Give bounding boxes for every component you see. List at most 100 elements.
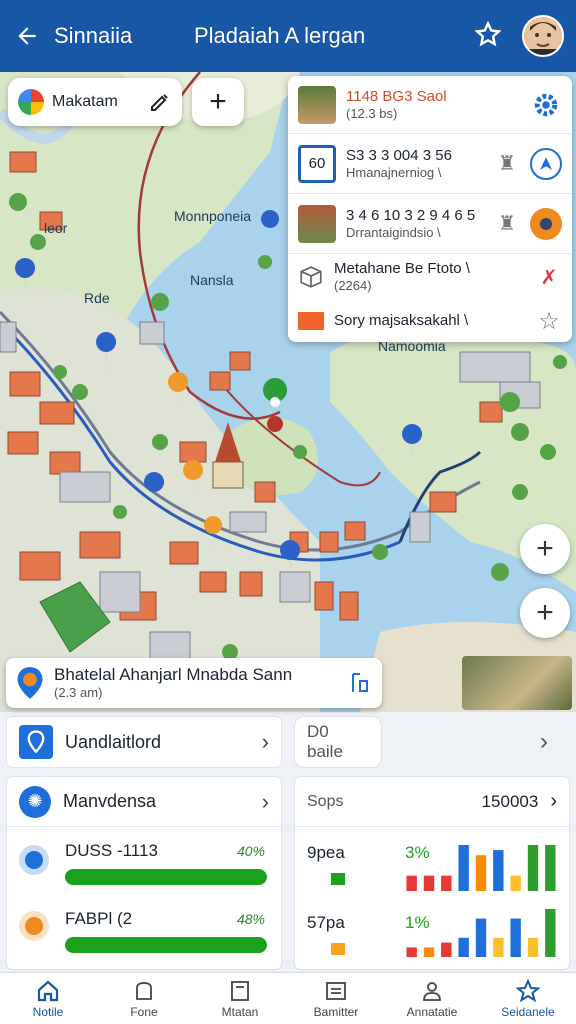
result-subtitle: (12.3 bs)	[346, 105, 398, 121]
stat-line: DUSS -1113 40%	[19, 841, 269, 891]
panel-value: 150003	[481, 791, 539, 811]
nav-label: Annatatie	[406, 1004, 458, 1019]
chevron-right-icon: ›	[261, 729, 269, 754]
mini-chart-bar	[406, 947, 417, 957]
status-dot-icon	[19, 845, 49, 875]
mini-bar-chart-1	[406, 845, 556, 891]
panel-right-top-chip[interactable]: D0 baile	[294, 716, 382, 768]
mini-chart-bar	[545, 909, 556, 957]
plus-icon: +	[209, 85, 227, 118]
search-field[interactable]: Makatam	[8, 78, 182, 126]
nav-label: Bamitter	[313, 1004, 359, 1019]
stat-percent: 48%	[236, 911, 265, 927]
zoom-in-secondary-button[interactable]: +	[520, 588, 570, 638]
home-icon	[37, 980, 59, 1001]
nav-fone[interactable]: Fone	[96, 973, 192, 1024]
panel-left-stats: ✺ Manvdensa › DUSS -1113 40% FABPl (2 48…	[6, 776, 282, 970]
result-row[interactable]: Sory majsaksakahl \ ☆	[288, 300, 572, 342]
result-subtitle: Hmanajnerniog \	[346, 164, 442, 180]
back-arrow-icon	[18, 27, 36, 45]
place-photo-thumbnail[interactable]	[462, 656, 572, 710]
avatar-face-icon	[524, 17, 562, 55]
result-row[interactable]: Metahane Be Ftoto \ (2264) ✗	[288, 254, 572, 300]
settings-button[interactable]	[530, 88, 562, 121]
settings-star-button[interactable]	[466, 14, 510, 58]
gear-icon	[534, 93, 558, 116]
stat-line: FABPl (2 48%	[19, 905, 269, 955]
mini-chart-bar	[493, 850, 504, 891]
mini-chart-bar	[406, 875, 417, 891]
nav-seidanele[interactable]: Seidanele	[480, 973, 576, 1024]
map-label-nansla: Nansla	[190, 272, 234, 288]
panel-label: Sops	[307, 792, 344, 810]
progress-bar	[65, 937, 267, 953]
result-subtitle: Drrantaigindsio \	[346, 224, 441, 240]
person-icon	[423, 981, 441, 1001]
mini-chart-bar	[510, 875, 521, 891]
mini-chart-bar	[423, 947, 435, 957]
nav-label: Seidanele	[501, 1004, 555, 1019]
result-badge: 60	[298, 144, 336, 183]
user-avatar[interactable]	[522, 15, 564, 57]
top-app-bar: Sinnaiia Pladaiah A lergan	[0, 0, 576, 72]
nav-annatatie[interactable]: Annatatie	[384, 973, 480, 1024]
tools-icon: ✗	[540, 266, 558, 289]
navigate-button[interactable]	[530, 147, 562, 180]
edit-pencil-icon[interactable]	[148, 90, 172, 114]
nav-label: Mtatan	[221, 1004, 259, 1019]
progress-fill	[65, 937, 267, 953]
result-thumbnail	[298, 204, 336, 243]
app-title: Sinnaiia	[54, 23, 133, 48]
stat-label: FABPl (2	[65, 909, 133, 928]
result-thumbnail	[298, 85, 336, 124]
chip-label: D0 baile	[307, 722, 343, 761]
result-title: 1148 BG3 Saol	[346, 87, 447, 105]
result-row[interactable]: 3 4 6 10 3 2 9 4 6 5 Drrantaigindsio \ ♜	[288, 194, 572, 254]
result-row[interactable]: 60 S3 3 3 004 3 56 Hmanajnerniog \ ♜	[288, 134, 572, 194]
panel-right-header[interactable]: Sops 150003 ›	[295, 777, 569, 827]
back-button[interactable]	[0, 0, 54, 72]
stat-label: 57pa	[307, 913, 345, 932]
nav-label: Notile	[32, 1004, 64, 1019]
map-label-leor: leor	[44, 220, 68, 236]
stat-label: DUSS -1113	[65, 841, 158, 860]
bag-icon	[136, 981, 152, 1000]
stat-percent: 40%	[236, 843, 265, 859]
nav-bamitter[interactable]: Bamitter	[288, 973, 384, 1024]
result-title: 3 4 6 10 3 2 9 4 6 5	[346, 206, 476, 224]
progress-fill	[65, 869, 267, 885]
doc-icon	[231, 980, 249, 1001]
nav-mtatan[interactable]: Mtatan	[192, 973, 288, 1024]
record-button[interactable]	[530, 207, 562, 240]
place-name: Bhatelal Ahanjarl Mnabda Sann	[54, 665, 293, 685]
add-button[interactable]: +	[192, 78, 244, 126]
mini-chart-bar	[475, 855, 487, 891]
tower-icon: ♜	[498, 153, 516, 175]
chevron-right-icon: ›	[550, 790, 557, 812]
selected-place-card[interactable]: Bhatelal Ahanjarl Mnabda Sann (2.3 am)	[6, 658, 382, 708]
circle-icon	[540, 217, 552, 230]
legend-swatch-green	[331, 873, 345, 885]
nav-home[interactable]: Notile	[0, 973, 96, 1024]
mini-chart-bar	[545, 845, 556, 891]
panel-left-header[interactable]: ✺ Manvdensa ›	[7, 777, 281, 827]
page-title: Pladaiah A lergan	[194, 23, 366, 48]
mini-chart-bar	[423, 875, 435, 891]
stat-label: 9pea	[307, 843, 345, 862]
mini-chart-bar	[527, 937, 539, 957]
share-icon[interactable]	[348, 671, 372, 695]
map-label-monnponeia: Monnponeia	[174, 208, 252, 224]
mini-chart-bar	[441, 875, 452, 891]
result-row[interactable]: 1148 BG3 Saol (12.3 bs)	[288, 76, 572, 134]
star-icon	[515, 978, 541, 1002]
chevron-right-icon[interactable]: ›	[540, 728, 548, 756]
panel-left-top[interactable]: Uandlaitlord ›	[6, 716, 282, 768]
mini-chart-bar	[441, 942, 452, 957]
star-outline-icon[interactable]: ☆	[536, 308, 562, 335]
results-panel: 1148 BG3 Saol (12.3 bs) 60 S3 3 3 004 3 …	[288, 76, 572, 342]
gear-star-icon	[474, 21, 502, 47]
place-distance: (2.3 am)	[54, 684, 103, 700]
mini-chart-bar	[458, 845, 469, 891]
zoom-in-button[interactable]: +	[520, 524, 570, 574]
board-icon	[326, 981, 346, 1000]
